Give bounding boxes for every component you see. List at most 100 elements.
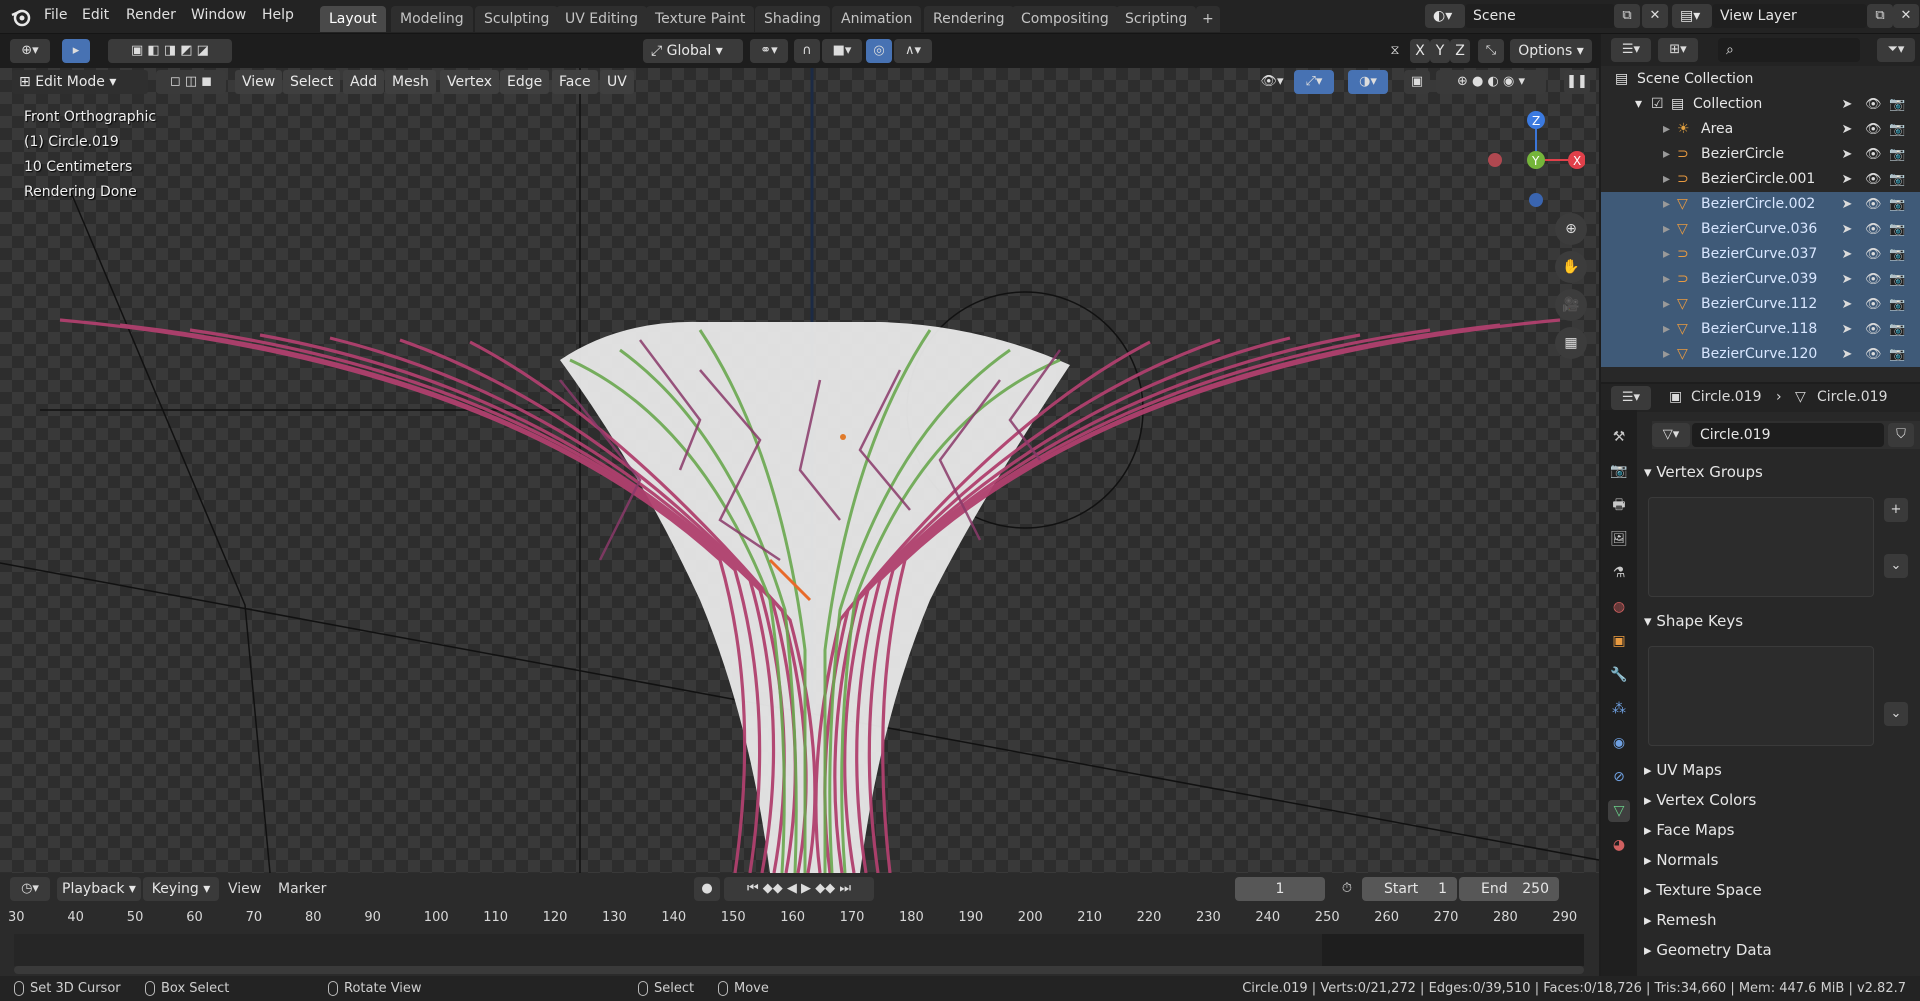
ortho-grid-icon[interactable]: ▦ bbox=[1555, 327, 1587, 359]
panel-uv-maps[interactable]: ▸ UV Maps bbox=[1644, 761, 1722, 779]
datablock-browse-icon[interactable]: ▽▾ bbox=[1652, 423, 1690, 447]
eye-icon[interactable]: 👁 bbox=[1865, 192, 1882, 217]
scene-tab-icon[interactable]: ⚗ bbox=[1608, 562, 1630, 584]
select-arrow-icon[interactable]: ➤ bbox=[1840, 317, 1854, 342]
tab-animation[interactable]: Animation bbox=[832, 6, 922, 32]
outliner-item-row[interactable]: ▸ ▽ BezierCurve.118 ➤ 👁 📷 bbox=[1601, 317, 1920, 342]
viewport-menu-view[interactable]: View bbox=[235, 70, 283, 94]
delete-view-layer-icon[interactable]: ✕ bbox=[1893, 4, 1919, 28]
tab-scripting[interactable]: Scripting bbox=[1116, 6, 1197, 32]
end-frame-field[interactable]: End 250 bbox=[1459, 877, 1559, 901]
outliner-item-row[interactable]: ▸ ⊃ BezierCircle ➤ 👁 📷 bbox=[1601, 142, 1920, 167]
falloff-icon[interactable]: ∧▾ bbox=[894, 39, 932, 63]
gizmo-toggle-icon[interactable]: ⤢▾ bbox=[1294, 70, 1334, 94]
tab-layout[interactable]: Layout bbox=[320, 6, 386, 32]
eye-icon[interactable]: 👁 bbox=[1865, 142, 1882, 167]
select-arrow-icon[interactable]: ➤ bbox=[1840, 117, 1854, 142]
scene-selector-icon[interactable]: ◐▾ bbox=[1425, 4, 1465, 28]
playback-menu[interactable]: Playback ▾ bbox=[57, 877, 141, 901]
render-camera-icon[interactable]: 📷 bbox=[1889, 217, 1905, 242]
camera-view-icon[interactable]: 🎥 bbox=[1555, 289, 1587, 321]
menu-file[interactable]: File bbox=[44, 7, 67, 23]
panel-face-maps[interactable]: ▸ Face Maps bbox=[1644, 821, 1734, 839]
keying-menu[interactable]: Keying ▾ bbox=[143, 877, 219, 901]
auto-merge-icon[interactable]: ⤡ bbox=[1478, 39, 1504, 63]
eye-icon[interactable]: 👁 bbox=[1865, 242, 1882, 267]
physics-tab-icon[interactable]: ◉ bbox=[1608, 732, 1630, 754]
menu-edit[interactable]: Edit bbox=[82, 7, 109, 23]
properties-editor-type-icon[interactable]: ☰▾ bbox=[1611, 386, 1651, 410]
zoom-icon[interactable]: ⊕ bbox=[1555, 213, 1587, 245]
outliner-item-row[interactable]: ▸ ▽ BezierCurve.120 ➤ 👁 📷 bbox=[1601, 342, 1920, 367]
mirror-x-toggle[interactable]: X bbox=[1410, 39, 1430, 63]
render-camera-icon[interactable]: 📷 bbox=[1889, 92, 1905, 117]
outliner-item-row[interactable]: ▸ ☀ Area ➤ 👁 📷 bbox=[1601, 117, 1920, 142]
pan-hand-icon[interactable]: ✋ bbox=[1555, 251, 1587, 283]
options-dropdown[interactable]: Options ▾ bbox=[1510, 39, 1592, 63]
timeline-editor-type-icon[interactable]: ◷▾ bbox=[10, 877, 50, 901]
expand-arrow-icon[interactable]: ▸ bbox=[1663, 242, 1670, 267]
eye-icon[interactable]: 👁 bbox=[1865, 267, 1882, 292]
view-layer-field[interactable]: View Layer bbox=[1712, 4, 1867, 28]
scene-collection-row[interactable]: ▤ Scene Collection bbox=[1601, 67, 1920, 92]
expand-arrow-icon[interactable]: ▸ bbox=[1663, 342, 1670, 367]
start-frame-field[interactable]: Start 1 bbox=[1362, 877, 1457, 901]
mode-dropdown[interactable]: ⊞ Edit Mode ▾ bbox=[12, 70, 148, 94]
outliner-item-row[interactable]: ▸ ▽ BezierCurve.036 ➤ 👁 📷 bbox=[1601, 217, 1920, 242]
expand-arrow-icon[interactable]: ▸ bbox=[1663, 167, 1670, 192]
eye-icon[interactable]: 👁 bbox=[1865, 92, 1882, 117]
panel-geometry-data[interactable]: ▸ Geometry Data bbox=[1644, 941, 1772, 959]
eye-icon[interactable]: 👁 bbox=[1865, 217, 1882, 242]
expand-arrow-icon[interactable]: ▸ bbox=[1663, 267, 1670, 292]
panel-vertex-groups[interactable]: ▾ Vertex Groups bbox=[1644, 463, 1763, 481]
navigation-gizmo[interactable]: Z Y X bbox=[1485, 108, 1586, 208]
render-camera-icon[interactable]: 📷 bbox=[1889, 192, 1905, 217]
eye-icon[interactable]: 👁 bbox=[1865, 317, 1882, 342]
outliner-editor-type-icon[interactable]: ☰▾ bbox=[1611, 38, 1651, 62]
view-layer-tab-icon[interactable]: 🖼 bbox=[1608, 528, 1630, 550]
datablock-name-field[interactable]: Circle.019 bbox=[1692, 423, 1884, 447]
tab-rendering[interactable]: Rendering bbox=[924, 6, 1014, 32]
panel-normals[interactable]: ▸ Normals bbox=[1644, 851, 1718, 869]
scene-name-field[interactable]: Scene bbox=[1465, 4, 1615, 28]
new-view-layer-icon[interactable]: ⧉ bbox=[1867, 4, 1893, 28]
select-arrow-icon[interactable]: ➤ bbox=[1840, 267, 1854, 292]
viewport-menu-vertex[interactable]: Vertex bbox=[440, 70, 500, 94]
outliner-item-row[interactable]: ▸ ⊃ BezierCurve.039 ➤ 👁 📷 bbox=[1601, 267, 1920, 292]
panel-texture-space[interactable]: ▸ Texture Space bbox=[1644, 881, 1762, 899]
timeline-scrollbar[interactable] bbox=[14, 966, 1584, 974]
eye-icon[interactable]: 👁 bbox=[1865, 342, 1882, 367]
menu-render[interactable]: Render bbox=[126, 7, 176, 23]
delete-scene-icon[interactable]: ✕ bbox=[1642, 4, 1668, 28]
shading-modes-icon[interactable]: ⊕ ● ◐ ◉ ▾ bbox=[1436, 70, 1546, 94]
overlays-toggle-icon[interactable]: ◑▾ bbox=[1348, 70, 1388, 94]
modifier-tab-icon[interactable]: 🔧 bbox=[1608, 664, 1630, 686]
tool-tab-icon[interactable]: ⚒ bbox=[1608, 426, 1630, 448]
select-arrow-icon[interactable]: ➤ bbox=[1840, 142, 1854, 167]
blender-logo-icon[interactable] bbox=[10, 7, 32, 27]
world-tab-icon[interactable]: ◍ bbox=[1608, 596, 1630, 618]
outliner-item-row[interactable]: ▸ ⊃ BezierCurve.037 ➤ 👁 📷 bbox=[1601, 242, 1920, 267]
select-arrow-icon[interactable]: ➤ bbox=[1840, 342, 1854, 367]
vertex-groups-list[interactable] bbox=[1648, 497, 1874, 597]
tab-compositing[interactable]: Compositing bbox=[1012, 6, 1118, 32]
pause-render-icon[interactable]: ❚❚ bbox=[1564, 70, 1590, 94]
selection-mode-icons[interactable]: ▣ ◧ ◨ ◩ ◪ bbox=[108, 39, 232, 63]
render-camera-icon[interactable]: 📷 bbox=[1889, 167, 1905, 192]
outliner-item-row[interactable]: ▸ ▽ BezierCircle.002 ➤ 👁 📷 bbox=[1601, 192, 1920, 217]
add-workspace-icon[interactable]: + bbox=[1196, 6, 1220, 32]
particles-tab-icon[interactable]: ⁂ bbox=[1608, 698, 1630, 720]
select-arrow-icon[interactable]: ➤ bbox=[1840, 217, 1854, 242]
record-icon[interactable]: ● bbox=[694, 877, 720, 901]
expand-arrow-icon[interactable]: ▸ bbox=[1663, 117, 1670, 142]
render-tab-icon[interactable]: 📷 bbox=[1608, 460, 1630, 482]
render-camera-icon[interactable]: 📷 bbox=[1889, 117, 1905, 142]
outliner-item-row[interactable]: ▸ ⊃ BezierCircle.001 ➤ 👁 📷 bbox=[1601, 167, 1920, 192]
transform-orientation-dropdown[interactable]: ⤢ Global ▾ bbox=[643, 39, 743, 63]
render-camera-icon[interactable]: 📷 bbox=[1889, 292, 1905, 317]
timeline-view-menu[interactable]: View bbox=[228, 881, 261, 897]
render-camera-icon[interactable]: 📷 bbox=[1889, 142, 1905, 167]
shape-keys-list[interactable] bbox=[1648, 646, 1874, 746]
view-layer-selector-icon[interactable]: ▤▾ bbox=[1672, 4, 1712, 28]
viewport-menu-uv[interactable]: UV bbox=[600, 70, 634, 94]
